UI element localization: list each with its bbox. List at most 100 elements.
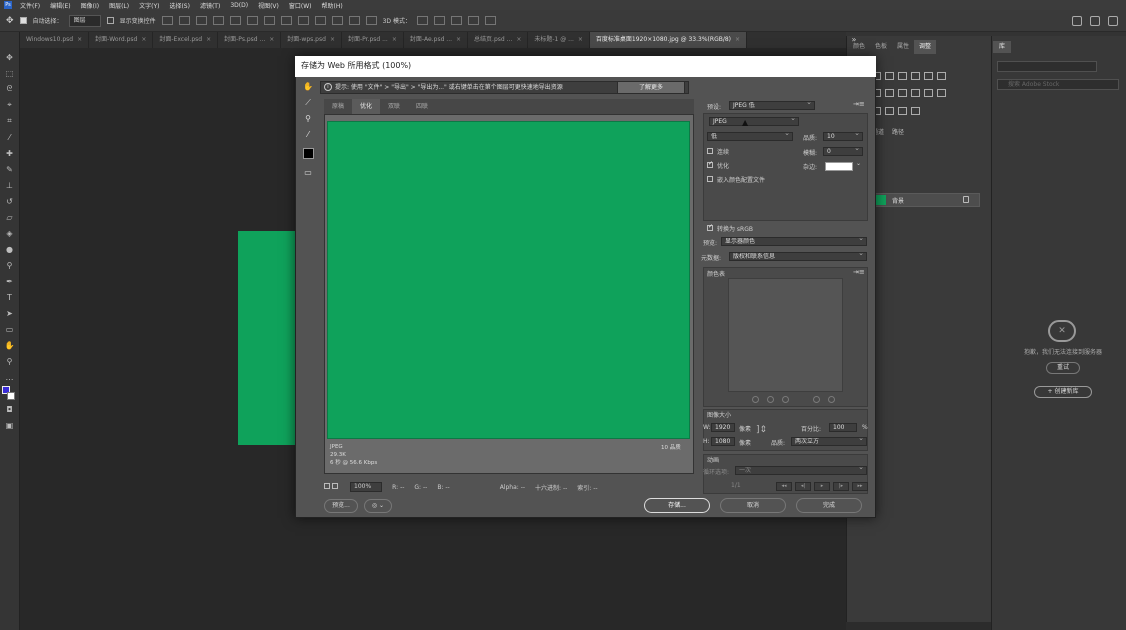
marquee-tool-icon[interactable]: ⬚ [4, 68, 15, 78]
new-color-icon[interactable] [813, 396, 820, 403]
matte-dropdown-icon[interactable]: ⌄ [856, 160, 861, 167]
close-icon[interactable]: × [206, 36, 211, 43]
close-icon[interactable]: × [456, 36, 461, 43]
last-frame-icon[interactable]: ▸▸ [852, 482, 868, 491]
menu-help[interactable]: 帮助(H) [322, 1, 343, 10]
retry-button[interactable]: 重试 [1046, 362, 1080, 374]
exposure-icon[interactable] [911, 72, 920, 80]
doc-tab[interactable]: 总结页.psd ... × [468, 32, 529, 48]
eraser-tool-icon[interactable]: ▱ [4, 212, 15, 222]
pen-tool-icon[interactable]: ✒ [4, 276, 15, 286]
prev-frame-icon[interactable]: ◂| [795, 482, 811, 491]
percent-input[interactable]: 100 [829, 423, 857, 432]
doc-tab[interactable]: 封面-Excel.psd × [153, 32, 219, 48]
layer-select-dropdown[interactable]: 图层 [68, 14, 101, 27]
more-tools-icon[interactable]: … [4, 372, 15, 382]
loop-dropdown[interactable]: 一次 [735, 466, 867, 475]
tab-4-up[interactable]: 四联 [408, 99, 436, 114]
auto-align-icon[interactable] [365, 16, 377, 25]
progressive-checkbox[interactable] [707, 148, 713, 154]
learn-more-button[interactable]: 了解更多 [617, 81, 685, 94]
play-icon[interactable]: ▸ [814, 482, 830, 491]
type-tool-icon[interactable]: T [4, 292, 15, 302]
black-white-icon[interactable] [885, 89, 894, 98]
resample-quality-dropdown[interactable]: 两次立方 [791, 437, 867, 446]
blur-input[interactable]: 0 [823, 147, 863, 156]
eyedropper-tool-icon[interactable]: ⁄ [4, 132, 15, 142]
metadata-dropdown[interactable]: 版权和联系信息 [729, 252, 867, 261]
doc-tab[interactable]: 未标题-1 @ ... × [528, 32, 590, 48]
close-icon[interactable]: × [330, 36, 335, 43]
cancel-button[interactable]: 取消 [720, 498, 786, 513]
preview-button[interactable]: 预览... [324, 499, 358, 513]
healing-brush-tool-icon[interactable]: ✚ [4, 148, 15, 158]
color-lookup-icon[interactable] [924, 89, 933, 98]
close-icon[interactable]: × [735, 36, 740, 43]
first-frame-icon[interactable]: ◂◂ [776, 482, 792, 491]
distribute-top-icon[interactable] [263, 16, 275, 25]
eyedropper-color-swatch[interactable] [303, 148, 314, 159]
hue-saturation-icon[interactable] [937, 72, 946, 80]
tab-original[interactable]: 原稿 [324, 99, 352, 114]
next-frame-icon[interactable]: |▸ [833, 482, 849, 491]
tab-2-up[interactable]: 双联 [380, 99, 408, 114]
zoom-tool-icon[interactable]: ⚲ [4, 356, 15, 366]
tab-paths[interactable]: 路径 [892, 127, 904, 139]
clone-stamp-tool-icon[interactable]: ⊥ [4, 180, 15, 190]
tab-swatches[interactable]: 色板 [870, 40, 892, 54]
menu-image[interactable]: 图像(I) [81, 1, 99, 10]
quick-mask-icon[interactable]: ◘ [4, 404, 15, 414]
photo-filter-icon[interactable] [898, 89, 907, 98]
orbit-3d-icon[interactable] [416, 16, 428, 25]
toggle-slices-icon[interactable]: ▭ [302, 167, 314, 179]
lasso-tool-icon[interactable]: ᘓ [4, 84, 15, 94]
invert-icon[interactable] [937, 89, 946, 98]
share-icon[interactable] [1108, 15, 1118, 26]
close-icon[interactable]: × [578, 36, 583, 43]
slide-3d-icon[interactable] [467, 16, 479, 25]
matte-color-swatch[interactable] [825, 162, 853, 171]
embed-profile-checkbox[interactable] [707, 176, 713, 182]
menu-window[interactable]: 窗口(W) [289, 1, 312, 10]
menu-type[interactable]: 文字(Y) [139, 1, 159, 10]
roll-3d-icon[interactable] [433, 16, 445, 25]
zoom-out-box[interactable] [324, 483, 340, 491]
close-icon[interactable]: × [269, 36, 274, 43]
optimized-preview-image[interactable] [327, 121, 690, 439]
tab-optimized[interactable]: 优化 [352, 99, 381, 114]
doc-tab[interactable]: 封面-Word.psd × [89, 32, 154, 48]
preview-setting-dropdown[interactable]: 显示器颜色 [721, 237, 867, 246]
menu-file[interactable]: 文件(F) [20, 1, 40, 10]
compression-dropdown[interactable]: 低 [707, 132, 793, 141]
close-icon[interactable]: × [77, 36, 82, 43]
menu-edit[interactable]: 编辑(E) [50, 1, 70, 10]
menu-layer[interactable]: 图层(L) [109, 1, 129, 10]
doc-tab[interactable]: 封面-Pr.psd ... × [342, 32, 404, 48]
distribute-left-icon[interactable] [314, 16, 326, 25]
threshold-icon[interactable] [885, 106, 894, 115]
save-button[interactable]: 存储... [644, 498, 710, 513]
distribute-middle-icon[interactable] [280, 16, 292, 25]
pan-3d-icon[interactable] [450, 16, 462, 25]
crop-tool-icon[interactable]: ⌗ [4, 116, 15, 126]
align-right-icon[interactable] [195, 16, 207, 25]
convert-srgb-checkbox[interactable] [707, 223, 713, 231]
color-table-menu-icon[interactable]: ⇥≡ [853, 268, 865, 276]
done-button[interactable]: 完成 [796, 498, 862, 513]
align-top-icon[interactable] [212, 16, 224, 25]
doc-tab-active[interactable]: 百度标准桌面1920×1080.jpg @ 33.3%(RGB/8) × [589, 32, 748, 48]
quality-input[interactable]: 10 [823, 132, 863, 141]
hand-tool-icon[interactable]: ✋ [4, 340, 15, 350]
create-library-button[interactable]: + 创建新库 [1034, 386, 1092, 398]
channel-mixer-icon[interactable] [911, 89, 920, 98]
distribute-right-icon[interactable] [348, 16, 360, 25]
curves-icon[interactable] [898, 72, 907, 80]
tab-adjustments[interactable]: 调整 [914, 40, 937, 54]
width-input[interactable]: 1920 [711, 423, 735, 432]
menu-view[interactable]: 视图(V) [258, 1, 279, 10]
selective-color-icon[interactable] [911, 106, 920, 115]
tab-color[interactable]: 颜色 [848, 40, 870, 54]
zoom-level-dropdown[interactable]: 100% [350, 482, 383, 492]
web-shift-icon[interactable] [767, 396, 774, 403]
doc-tab[interactable]: 封面-Ps.psd ... × [218, 32, 282, 48]
